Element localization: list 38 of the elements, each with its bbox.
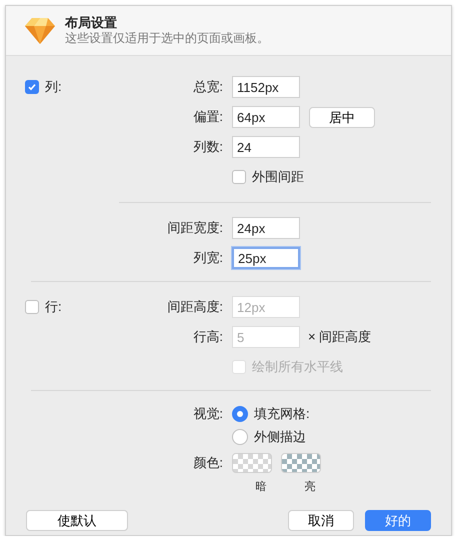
- dialog-subtitle: 这些设置仅适用于选中的页面或画板。: [65, 31, 269, 46]
- checkbox[interactable]: [25, 300, 39, 314]
- check-icon: [27, 82, 37, 92]
- cancel-button[interactable]: 取消: [288, 510, 354, 530]
- color-swatch[interactable]: [232, 453, 272, 473]
- center-button[interactable]: 居中: [309, 106, 375, 128]
- ok-button[interactable]: 好的: [365, 510, 431, 530]
- field-label: 总宽:: [192, 78, 224, 96]
- radio-label: 填充网格:: [254, 405, 310, 424]
- dialog-title: 布局设置: [65, 15, 118, 31]
- field-label: 列数:: [192, 138, 224, 156]
- field-label: 行高:: [192, 328, 224, 346]
- field-label: 视觉:: [192, 405, 224, 424]
- checkbox-label: 外围间距: [252, 168, 304, 186]
- field-label: 列宽:: [192, 249, 224, 268]
- input-field[interactable]: 64px: [232, 106, 300, 128]
- radio-button[interactable]: [232, 429, 248, 445]
- field-label: 颜色:: [192, 454, 224, 472]
- default-button[interactable]: 使默认: [26, 510, 128, 530]
- input-field[interactable]: 24px: [232, 217, 300, 239]
- field-label: 间距宽度:: [166, 219, 224, 238]
- color-swatch[interactable]: [281, 453, 321, 473]
- checkbox-label: 行:: [45, 298, 62, 316]
- checkbox-label: 列:: [45, 78, 62, 96]
- input-field[interactable]: 25px: [232, 247, 300, 269]
- input-field[interactable]: 24: [232, 136, 300, 158]
- suffix-label: × 间距高度: [308, 328, 372, 346]
- field-label: 间距高度:: [166, 298, 224, 316]
- checkbox-label: 绘制所有水平线: [252, 358, 343, 376]
- field-label: 偏置:: [192, 108, 224, 126]
- radio-label: 外侧描边: [254, 428, 306, 446]
- diamond-logo-icon: [25, 16, 55, 44]
- swatch-label: 亮: [304, 480, 316, 495]
- checkbox[interactable]: [232, 170, 246, 184]
- checkbox[interactable]: [25, 80, 39, 94]
- swatch-label: 暗: [254, 480, 268, 495]
- input-field[interactable]: 1152px: [232, 76, 300, 98]
- radio-button[interactable]: [232, 406, 248, 422]
